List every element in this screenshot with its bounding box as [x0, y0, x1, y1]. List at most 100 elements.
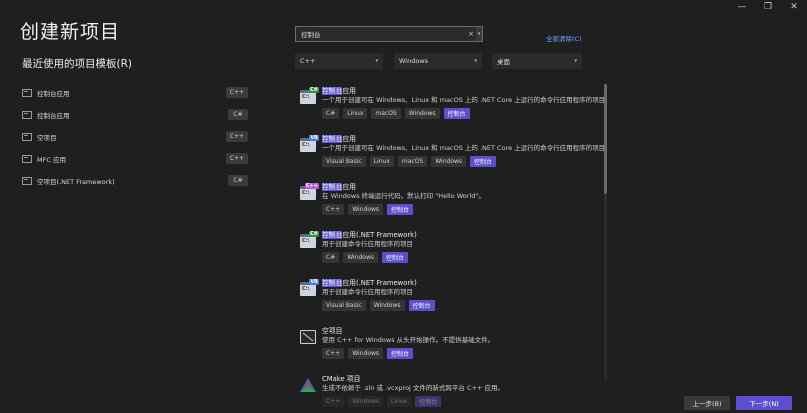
template-name: 控制台应用(.NET Framework) [322, 231, 417, 239]
recent-item-console-cpp[interactable]: 控制台应用 C++ [22, 82, 248, 104]
recent-item-label: 空项目(.NET Framework) [37, 178, 115, 186]
template-item-cmake[interactable]: CMake 项目 生成不依赖于 .sln 或 .vcxproj 文件的新式跨平台… [300, 374, 600, 407]
template-tags: C# Linux macOS Windows 控制台 [322, 108, 600, 119]
language-badge: C# [228, 109, 248, 120]
tag-highlighted: 控制台 [470, 156, 497, 167]
template-tags: C# Windows 控制台 [322, 252, 600, 263]
recent-item-empty-netfx[interactable]: 空项目(.NET Framework) C# [22, 170, 248, 192]
tag: C++ [322, 348, 345, 359]
tag: Windows [369, 300, 405, 311]
chevron-down-icon: ▾ [375, 58, 378, 64]
project-icon [22, 89, 32, 97]
search-input[interactable] [296, 27, 466, 41]
recent-item-label: 空项目 [37, 134, 57, 142]
template-item-console-cpp[interactable]: C:\ C++ 控制台应用 在 Windows 终端运行代码。默认打印 "Hel… [300, 182, 600, 215]
template-item-console-csharp[interactable]: C:\ C# 控制台应用 一个用于创建可在 Windows、Linux 和 ma… [300, 86, 606, 119]
tag: macOS [397, 156, 428, 167]
template-tags: Visual Basic Linux macOS Windows 控制台 [322, 156, 600, 167]
tag-highlighted: 控制台 [415, 396, 442, 407]
template-tags: C++ Windows 控制台 [322, 204, 600, 215]
tag: Linux [369, 156, 394, 167]
language-badge: C# [228, 175, 248, 186]
template-name: 控制台应用(.NET Framework) [322, 279, 417, 287]
console-app-icon: C:\ VB [300, 135, 319, 152]
recent-item-mfc-app[interactable]: MFC 应用 C++ [22, 148, 248, 170]
tag: Linux [343, 108, 368, 119]
tag: C++ [322, 204, 345, 215]
tag: C# [322, 252, 340, 263]
tag-highlighted: 控制台 [408, 300, 435, 311]
console-app-icon: C:\ C# [300, 231, 319, 248]
tag-highlighted: 控制台 [382, 252, 409, 263]
template-description: 一个用于创建可在 Windows、Linux 和 macOS 上的 .NET C… [322, 96, 606, 104]
project-type-filter[interactable]: 桌面 ▾ [492, 53, 582, 69]
back-button[interactable]: 上一步(B) [684, 396, 730, 410]
console-app-icon: C:\ C++ [300, 183, 319, 200]
template-name: 空项目 [322, 327, 343, 335]
project-icon [22, 155, 32, 163]
clear-all-link[interactable]: 全部清除(C) [546, 33, 582, 43]
tag: Windows [348, 204, 384, 215]
tag-highlighted: 控制台 [443, 108, 470, 119]
template-item-console-vb[interactable]: C:\ VB 控制台应用 一个用于创建可在 Windows、Linux 和 ma… [300, 134, 605, 167]
project-icon [22, 111, 32, 119]
scrollbar-thumb[interactable] [604, 84, 607, 194]
project-icon [22, 177, 32, 185]
template-description: 使用 C++ for Windows 从头开始操作。不提供基础文件。 [322, 336, 495, 344]
language-filter[interactable]: C++ ▾ [295, 53, 383, 69]
template-description: 用于创建命令行应用程序的项目 [322, 240, 413, 248]
tag: Visual Basic [322, 300, 366, 311]
template-description: 在 Windows 终端运行代码。默认打印 "Hello World"。 [322, 192, 485, 200]
template-list-scrollbar[interactable] [604, 84, 607, 379]
recent-templates-list: 控制台应用 C++ 控制台应用 C# 空项目 C++ MFC 应用 C++ 空项… [22, 82, 248, 192]
next-button[interactable]: 下一步(N) [736, 396, 792, 410]
language-badge: C++ [225, 153, 248, 164]
template-description: 用于创建命令行应用程序的项目 [322, 288, 413, 296]
language-badge: C++ [225, 87, 248, 98]
tag: Windows [348, 348, 384, 359]
template-tags: C++ Windows 控制台 [322, 348, 600, 359]
recent-item-label: MFC 应用 [37, 156, 66, 164]
template-name: CMake 项目 [322, 375, 361, 383]
page-title: 创建新项目 [20, 21, 121, 43]
recent-templates-heading: 最近使用的项目模板(R) [22, 58, 132, 70]
tag: Windows [348, 396, 384, 407]
console-app-icon: C:\ VB [300, 279, 319, 296]
tag-highlighted: 控制台 [387, 348, 414, 359]
platform-filter-value: Windows [399, 57, 429, 65]
window-controls: — ❐ ✕ [729, 0, 807, 14]
template-tags: C++ Windows Linux 控制台 [322, 396, 600, 407]
project-type-filter-value: 桌面 [497, 58, 510, 66]
tag: Windows [431, 156, 467, 167]
template-item-empty-project[interactable]: 空项目 使用 C++ for Windows 从头开始操作。不提供基础文件。 C… [300, 326, 600, 359]
template-tags: Visual Basic Windows 控制台 [322, 300, 600, 311]
platform-filter[interactable]: Windows ▾ [394, 53, 482, 69]
tag-highlighted: 控制台 [387, 204, 414, 215]
chevron-down-icon: ▾ [474, 58, 477, 64]
minimize-icon[interactable]: — [729, 0, 755, 14]
language-badge: C++ [225, 131, 248, 142]
recent-item-console-csharp[interactable]: 控制台应用 C# [22, 104, 248, 126]
tag: Linux [387, 396, 412, 407]
recent-item-empty-project[interactable]: 空项目 C++ [22, 126, 248, 148]
close-icon[interactable]: ✕ [781, 0, 807, 14]
project-icon [22, 133, 32, 141]
template-item-console-netfx-csharp[interactable]: C:\ C# 控制台应用(.NET Framework) 用于创建命令行应用程序… [300, 230, 600, 263]
recent-item-label: 控制台应用 [37, 90, 70, 98]
tag: Windows [343, 252, 379, 263]
search-history-dropdown-icon[interactable]: ▾ [476, 27, 482, 41]
cmake-icon [300, 378, 316, 392]
restore-icon[interactable]: ❐ [755, 0, 781, 14]
tag: C++ [322, 396, 345, 407]
chevron-down-icon: ▾ [574, 58, 577, 64]
template-list: C:\ C# 控制台应用 一个用于创建可在 Windows、Linux 和 ma… [300, 84, 606, 407]
console-app-icon: C:\ C# [300, 87, 319, 104]
clear-search-icon[interactable]: × [466, 30, 476, 38]
empty-project-icon [300, 330, 316, 344]
tag: C# [322, 108, 340, 119]
search-box: × ▾ [295, 26, 483, 42]
tag: Visual Basic [322, 156, 366, 167]
template-item-console-netfx-vb[interactable]: C:\ VB 控制台应用(.NET Framework) 用于创建命令行应用程序… [300, 278, 600, 311]
template-name: 控制台应用 [322, 135, 356, 143]
tag: Windows [404, 108, 440, 119]
